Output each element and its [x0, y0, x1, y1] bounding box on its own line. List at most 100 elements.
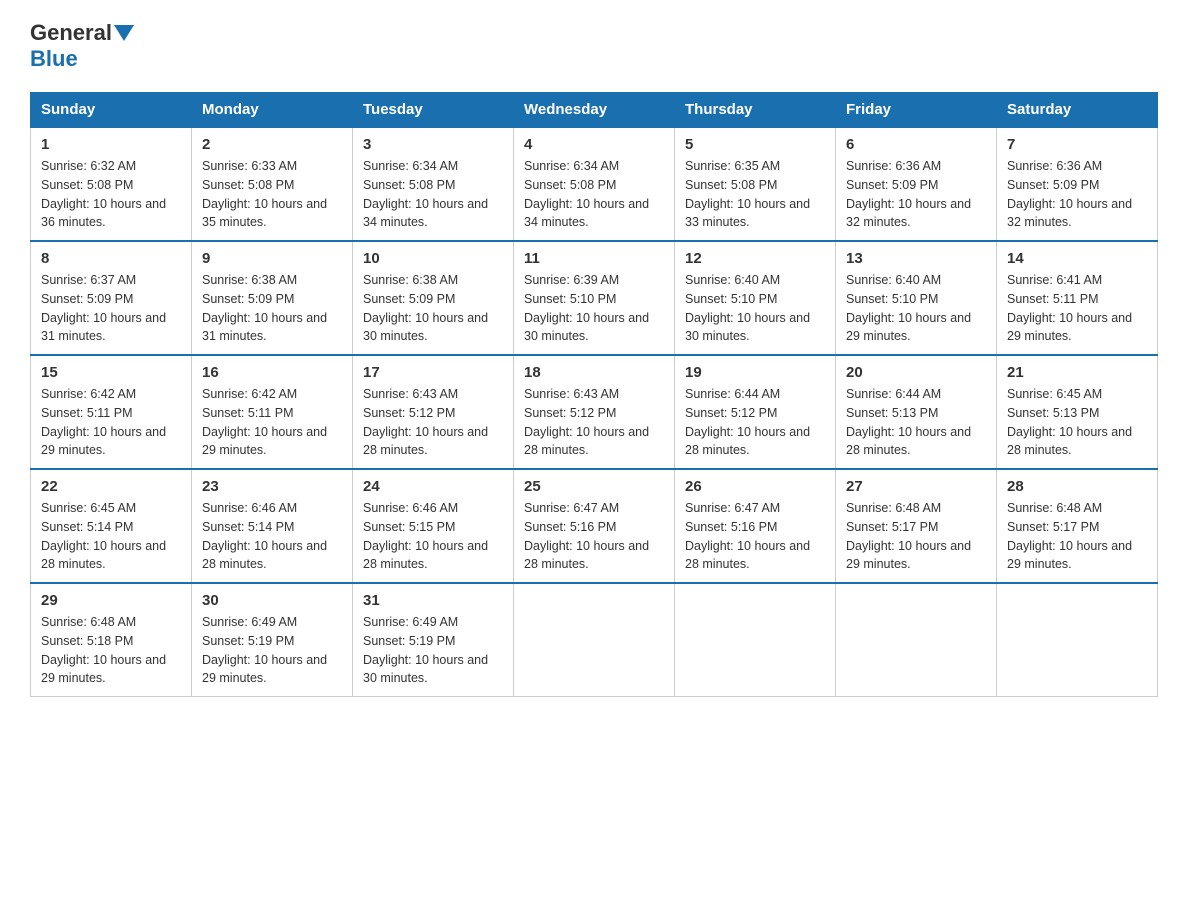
header-thursday: Thursday [675, 93, 836, 128]
calendar-cell: 31 Sunrise: 6:49 AMSunset: 5:19 PMDaylig… [353, 583, 514, 697]
header-wednesday: Wednesday [514, 93, 675, 128]
day-info: Sunrise: 6:32 AMSunset: 5:08 PMDaylight:… [41, 159, 166, 229]
calendar-cell: 27 Sunrise: 6:48 AMSunset: 5:17 PMDaylig… [836, 469, 997, 583]
calendar-cell: 16 Sunrise: 6:42 AMSunset: 5:11 PMDaylig… [192, 355, 353, 469]
calendar-cell: 12 Sunrise: 6:40 AMSunset: 5:10 PMDaylig… [675, 241, 836, 355]
calendar-cell: 20 Sunrise: 6:44 AMSunset: 5:13 PMDaylig… [836, 355, 997, 469]
page-header: General Blue [30, 20, 1158, 72]
day-number: 14 [1007, 250, 1147, 267]
calendar-cell: 2 Sunrise: 6:33 AMSunset: 5:08 PMDayligh… [192, 127, 353, 241]
day-info: Sunrise: 6:34 AMSunset: 5:08 PMDaylight:… [363, 159, 488, 229]
day-number: 30 [202, 592, 342, 609]
calendar-cell: 7 Sunrise: 6:36 AMSunset: 5:09 PMDayligh… [997, 127, 1158, 241]
day-number: 4 [524, 136, 664, 153]
day-number: 27 [846, 478, 986, 495]
day-info: Sunrise: 6:42 AMSunset: 5:11 PMDaylight:… [41, 387, 166, 457]
day-info: Sunrise: 6:48 AMSunset: 5:17 PMDaylight:… [1007, 501, 1132, 571]
day-number: 2 [202, 136, 342, 153]
day-number: 5 [685, 136, 825, 153]
day-number: 9 [202, 250, 342, 267]
day-info: Sunrise: 6:36 AMSunset: 5:09 PMDaylight:… [1007, 159, 1132, 229]
calendar-cell [675, 583, 836, 697]
calendar-cell: 24 Sunrise: 6:46 AMSunset: 5:15 PMDaylig… [353, 469, 514, 583]
day-info: Sunrise: 6:40 AMSunset: 5:10 PMDaylight:… [846, 273, 971, 343]
day-info: Sunrise: 6:49 AMSunset: 5:19 PMDaylight:… [202, 615, 327, 685]
logo-blue-text: Blue [30, 46, 78, 72]
calendar-cell: 6 Sunrise: 6:36 AMSunset: 5:09 PMDayligh… [836, 127, 997, 241]
day-number: 7 [1007, 136, 1147, 153]
day-info: Sunrise: 6:45 AMSunset: 5:13 PMDaylight:… [1007, 387, 1132, 457]
day-info: Sunrise: 6:47 AMSunset: 5:16 PMDaylight:… [685, 501, 810, 571]
day-info: Sunrise: 6:34 AMSunset: 5:08 PMDaylight:… [524, 159, 649, 229]
day-number: 24 [363, 478, 503, 495]
calendar-cell: 9 Sunrise: 6:38 AMSunset: 5:09 PMDayligh… [192, 241, 353, 355]
calendar-cell: 26 Sunrise: 6:47 AMSunset: 5:16 PMDaylig… [675, 469, 836, 583]
calendar-cell: 15 Sunrise: 6:42 AMSunset: 5:11 PMDaylig… [31, 355, 192, 469]
header-monday: Monday [192, 93, 353, 128]
day-number: 28 [1007, 478, 1147, 495]
day-number: 16 [202, 364, 342, 381]
header-friday: Friday [836, 93, 997, 128]
day-info: Sunrise: 6:41 AMSunset: 5:11 PMDaylight:… [1007, 273, 1132, 343]
day-number: 8 [41, 250, 181, 267]
day-number: 31 [363, 592, 503, 609]
day-number: 22 [41, 478, 181, 495]
calendar-cell: 13 Sunrise: 6:40 AMSunset: 5:10 PMDaylig… [836, 241, 997, 355]
day-info: Sunrise: 6:48 AMSunset: 5:17 PMDaylight:… [846, 501, 971, 571]
calendar-cell: 3 Sunrise: 6:34 AMSunset: 5:08 PMDayligh… [353, 127, 514, 241]
day-info: Sunrise: 6:49 AMSunset: 5:19 PMDaylight:… [363, 615, 488, 685]
day-info: Sunrise: 6:33 AMSunset: 5:08 PMDaylight:… [202, 159, 327, 229]
day-number: 23 [202, 478, 342, 495]
calendar-cell: 8 Sunrise: 6:37 AMSunset: 5:09 PMDayligh… [31, 241, 192, 355]
calendar-cell: 18 Sunrise: 6:43 AMSunset: 5:12 PMDaylig… [514, 355, 675, 469]
logo-triangle-icon [114, 25, 134, 41]
day-number: 11 [524, 250, 664, 267]
week-row-2: 8 Sunrise: 6:37 AMSunset: 5:09 PMDayligh… [31, 241, 1158, 355]
day-number: 21 [1007, 364, 1147, 381]
day-number: 6 [846, 136, 986, 153]
calendar-cell: 17 Sunrise: 6:43 AMSunset: 5:12 PMDaylig… [353, 355, 514, 469]
calendar-header-row: SundayMondayTuesdayWednesdayThursdayFrid… [31, 93, 1158, 128]
day-info: Sunrise: 6:36 AMSunset: 5:09 PMDaylight:… [846, 159, 971, 229]
day-info: Sunrise: 6:40 AMSunset: 5:10 PMDaylight:… [685, 273, 810, 343]
day-number: 29 [41, 592, 181, 609]
calendar-cell [836, 583, 997, 697]
day-info: Sunrise: 6:38 AMSunset: 5:09 PMDaylight:… [363, 273, 488, 343]
calendar-cell: 21 Sunrise: 6:45 AMSunset: 5:13 PMDaylig… [997, 355, 1158, 469]
day-info: Sunrise: 6:35 AMSunset: 5:08 PMDaylight:… [685, 159, 810, 229]
calendar-cell: 10 Sunrise: 6:38 AMSunset: 5:09 PMDaylig… [353, 241, 514, 355]
calendar-cell: 4 Sunrise: 6:34 AMSunset: 5:08 PMDayligh… [514, 127, 675, 241]
day-info: Sunrise: 6:43 AMSunset: 5:12 PMDaylight:… [363, 387, 488, 457]
day-info: Sunrise: 6:39 AMSunset: 5:10 PMDaylight:… [524, 273, 649, 343]
day-number: 15 [41, 364, 181, 381]
day-info: Sunrise: 6:38 AMSunset: 5:09 PMDaylight:… [202, 273, 327, 343]
day-number: 19 [685, 364, 825, 381]
calendar-cell: 28 Sunrise: 6:48 AMSunset: 5:17 PMDaylig… [997, 469, 1158, 583]
day-number: 26 [685, 478, 825, 495]
calendar-cell: 25 Sunrise: 6:47 AMSunset: 5:16 PMDaylig… [514, 469, 675, 583]
day-number: 10 [363, 250, 503, 267]
calendar-cell: 11 Sunrise: 6:39 AMSunset: 5:10 PMDaylig… [514, 241, 675, 355]
logo: General Blue [30, 20, 136, 72]
week-row-3: 15 Sunrise: 6:42 AMSunset: 5:11 PMDaylig… [31, 355, 1158, 469]
calendar-cell: 22 Sunrise: 6:45 AMSunset: 5:14 PMDaylig… [31, 469, 192, 583]
header-saturday: Saturday [997, 93, 1158, 128]
day-number: 1 [41, 136, 181, 153]
day-info: Sunrise: 6:48 AMSunset: 5:18 PMDaylight:… [41, 615, 166, 685]
day-info: Sunrise: 6:44 AMSunset: 5:12 PMDaylight:… [685, 387, 810, 457]
calendar-cell: 1 Sunrise: 6:32 AMSunset: 5:08 PMDayligh… [31, 127, 192, 241]
day-number: 17 [363, 364, 503, 381]
calendar-table: SundayMondayTuesdayWednesdayThursdayFrid… [30, 92, 1158, 697]
day-info: Sunrise: 6:46 AMSunset: 5:14 PMDaylight:… [202, 501, 327, 571]
week-row-5: 29 Sunrise: 6:48 AMSunset: 5:18 PMDaylig… [31, 583, 1158, 697]
day-number: 3 [363, 136, 503, 153]
logo-general-text: General [30, 20, 112, 46]
day-info: Sunrise: 6:43 AMSunset: 5:12 PMDaylight:… [524, 387, 649, 457]
week-row-1: 1 Sunrise: 6:32 AMSunset: 5:08 PMDayligh… [31, 127, 1158, 241]
calendar-cell: 30 Sunrise: 6:49 AMSunset: 5:19 PMDaylig… [192, 583, 353, 697]
day-info: Sunrise: 6:44 AMSunset: 5:13 PMDaylight:… [846, 387, 971, 457]
calendar-cell: 19 Sunrise: 6:44 AMSunset: 5:12 PMDaylig… [675, 355, 836, 469]
calendar-cell: 14 Sunrise: 6:41 AMSunset: 5:11 PMDaylig… [997, 241, 1158, 355]
day-number: 18 [524, 364, 664, 381]
header-tuesday: Tuesday [353, 93, 514, 128]
